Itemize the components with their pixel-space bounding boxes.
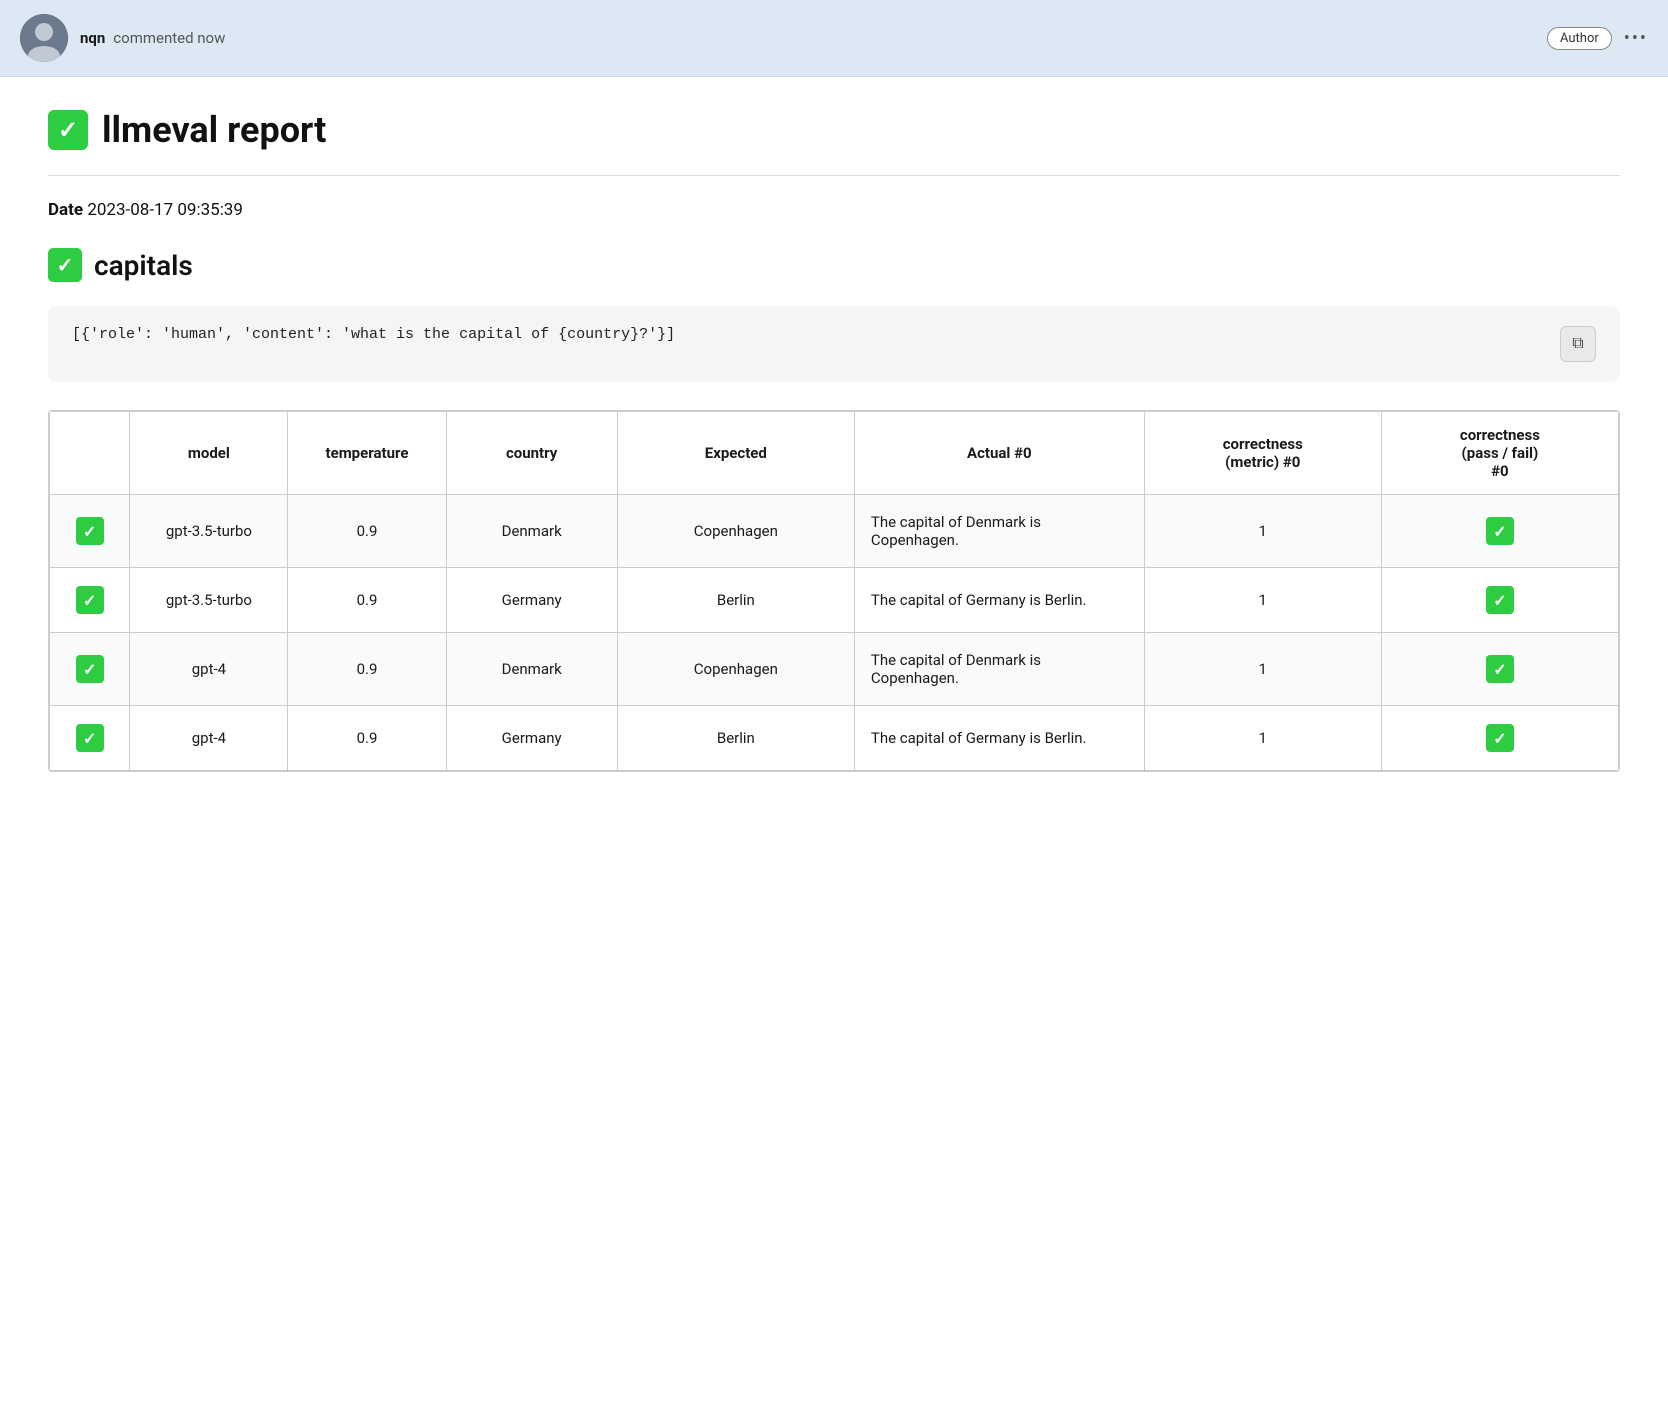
copy-icon: ⧉ — [1572, 335, 1583, 353]
row-check-cell — [50, 568, 130, 633]
date-value: 2023-08-17 09:35:39 — [87, 200, 243, 220]
row-check-cell — [50, 495, 130, 568]
col-header-expected: Expected — [617, 412, 854, 495]
row-actual: The capital of Denmark is Copenhagen. — [854, 495, 1144, 568]
row-correctness-metric: 1 — [1144, 706, 1381, 771]
comment-action: commented now — [113, 29, 225, 47]
table-body: gpt-3.5-turbo0.9DenmarkCopenhagenThe cap… — [50, 495, 1619, 771]
row-country: Germany — [446, 568, 617, 633]
row-expected: Berlin — [617, 706, 854, 771]
date-label: Date — [48, 200, 83, 220]
section-title: capitals — [48, 248, 1620, 282]
copy-button[interactable]: ⧉ — [1560, 326, 1596, 362]
row-model: gpt-3.5-turbo — [130, 495, 288, 568]
table-row: gpt-40.9GermanyBerlinThe capital of Germ… — [50, 706, 1619, 771]
table-header-row: model temperature country Expected Actua… — [50, 412, 1619, 495]
section-check-icon — [48, 248, 82, 282]
content-area: llmeval report Date 2023-08-17 09:35:39 … — [0, 77, 1668, 812]
row-country: Denmark — [446, 633, 617, 706]
row-check-icon — [76, 655, 104, 683]
date-line: Date 2023-08-17 09:35:39 — [48, 200, 1620, 220]
row-country: Germany — [446, 706, 617, 771]
row-correctness-pass — [1381, 633, 1618, 706]
row-pass-icon — [1486, 517, 1514, 545]
results-table: model temperature country Expected Actua… — [49, 411, 1619, 771]
row-correctness-pass — [1381, 495, 1618, 568]
col-header-temperature: temperature — [288, 412, 446, 495]
report-title: llmeval report — [48, 109, 1620, 151]
row-expected: Copenhagen — [617, 495, 854, 568]
table-row: gpt-3.5-turbo0.9GermanyBerlinThe capital… — [50, 568, 1619, 633]
col-header-correctness-pass: correctness(pass / fail)#0 — [1381, 412, 1618, 495]
row-check-cell — [50, 706, 130, 771]
row-correctness-pass — [1381, 568, 1618, 633]
row-correctness-pass — [1381, 706, 1618, 771]
row-temperature: 0.9 — [288, 633, 446, 706]
more-options-icon[interactable]: ••• — [1624, 28, 1648, 49]
row-country: Denmark — [446, 495, 617, 568]
data-table-wrapper: model temperature country Expected Actua… — [48, 410, 1620, 772]
code-text: [{'role': 'human', 'content': 'what is t… — [72, 326, 675, 343]
row-check-icon — [76, 586, 104, 614]
row-actual: The capital of Denmark is Copenhagen. — [854, 633, 1144, 706]
row-model: gpt-3.5-turbo — [130, 568, 288, 633]
table-row: gpt-40.9DenmarkCopenhagenThe capital of … — [50, 633, 1619, 706]
row-temperature: 0.9 — [288, 495, 446, 568]
row-correctness-metric: 1 — [1144, 633, 1381, 706]
avatar — [20, 14, 68, 62]
row-temperature: 0.9 — [288, 706, 446, 771]
row-model: gpt-4 — [130, 706, 288, 771]
row-expected: Berlin — [617, 568, 854, 633]
row-correctness-metric: 1 — [1144, 568, 1381, 633]
row-check-icon — [76, 517, 104, 545]
report-check-icon — [48, 110, 88, 150]
comment-meta: nqn commented now — [80, 29, 1535, 47]
col-header-actual: Actual #0 — [854, 412, 1144, 495]
row-check-cell — [50, 633, 130, 706]
title-divider — [48, 175, 1620, 176]
comment-username: nqn — [80, 29, 105, 47]
row-actual: The capital of Germany is Berlin. — [854, 568, 1144, 633]
col-header-correctness-metric: correctness(metric) #0 — [1144, 412, 1381, 495]
col-header-country: country — [446, 412, 617, 495]
row-actual: The capital of Germany is Berlin. — [854, 706, 1144, 771]
code-block: [{'role': 'human', 'content': 'what is t… — [48, 306, 1620, 382]
row-pass-icon — [1486, 724, 1514, 752]
comment-header: nqn commented now Author ••• — [0, 0, 1668, 77]
row-temperature: 0.9 — [288, 568, 446, 633]
col-header-check — [50, 412, 130, 495]
page-wrapper: nqn commented now Author ••• llmeval rep… — [0, 0, 1668, 812]
section-heading: capitals — [94, 249, 193, 282]
author-badge: Author — [1547, 27, 1612, 50]
row-expected: Copenhagen — [617, 633, 854, 706]
row-pass-icon — [1486, 655, 1514, 683]
report-heading: llmeval report — [102, 109, 326, 151]
row-model: gpt-4 — [130, 633, 288, 706]
comment-header-right: Author ••• — [1547, 27, 1648, 50]
row-correctness-metric: 1 — [1144, 495, 1381, 568]
col-header-model: model — [130, 412, 288, 495]
row-check-icon — [76, 724, 104, 752]
row-pass-icon — [1486, 586, 1514, 614]
table-row: gpt-3.5-turbo0.9DenmarkCopenhagenThe cap… — [50, 495, 1619, 568]
